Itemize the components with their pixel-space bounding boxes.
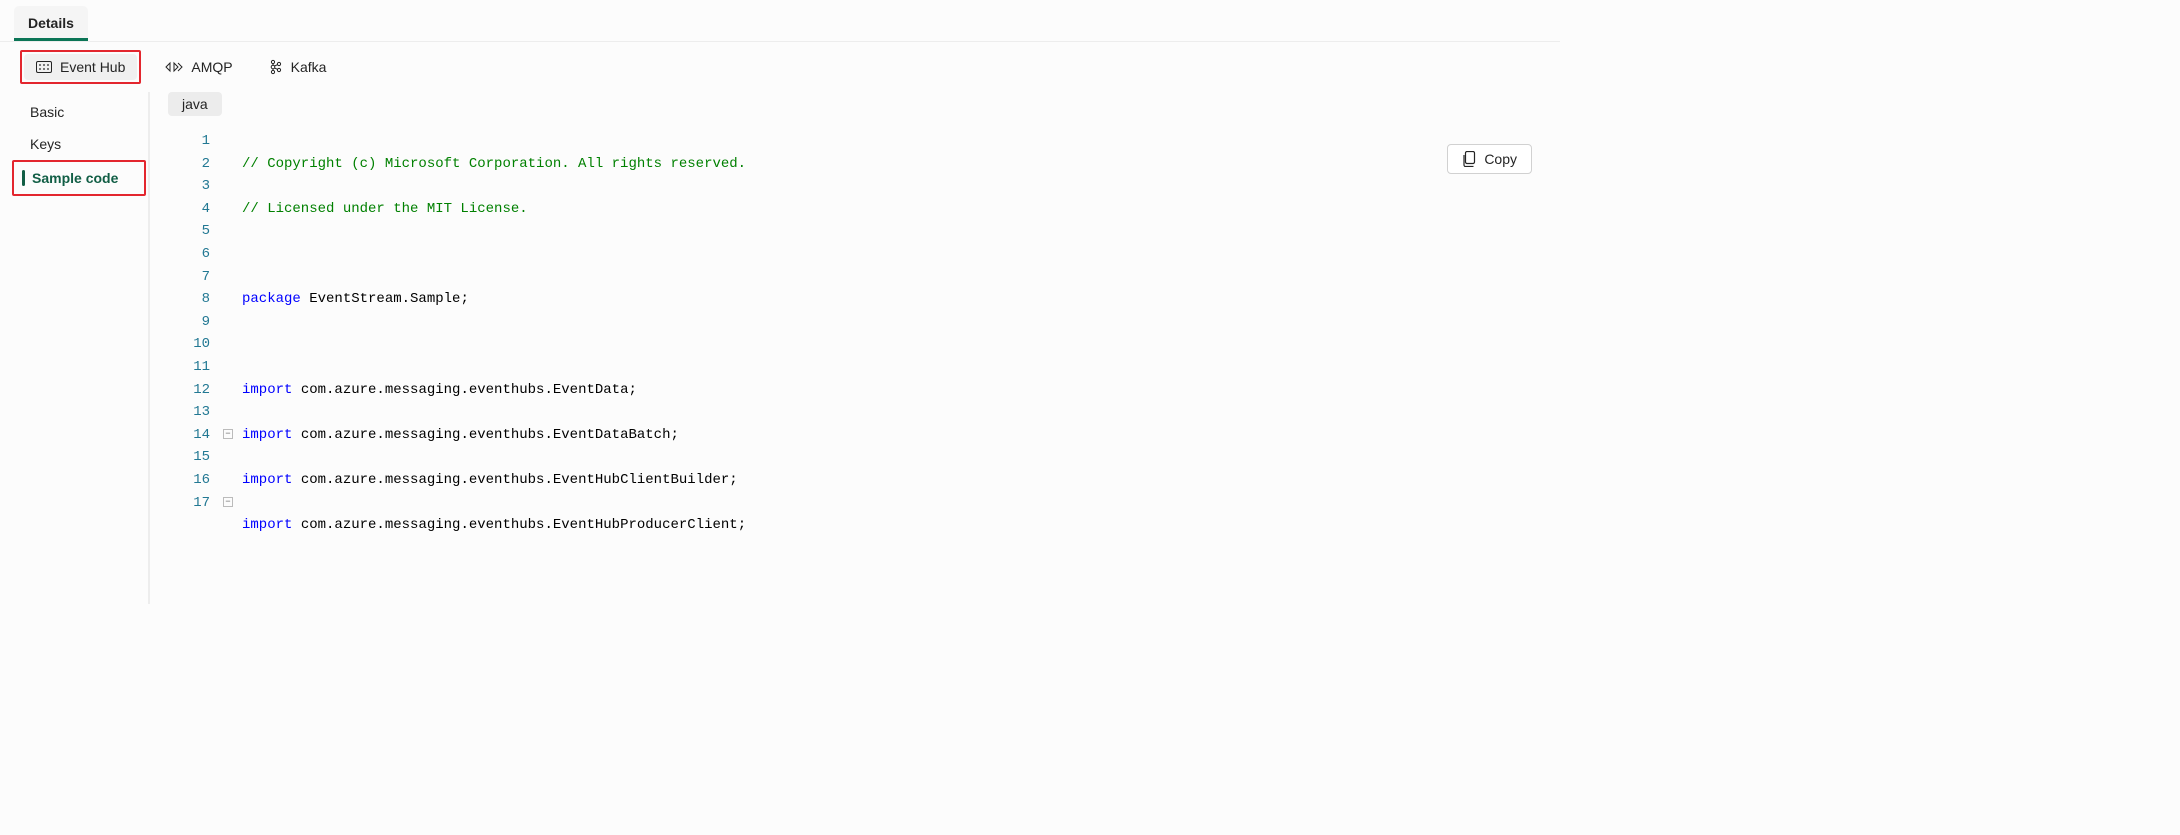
line-number: 7: [160, 266, 210, 289]
event-hub-icon: [36, 61, 52, 73]
code-token: com.azure.messaging.eventhubs.EventHubCl…: [292, 472, 737, 488]
highlight-event-hub: Event Hub: [20, 50, 141, 84]
line-number: 12: [160, 379, 210, 402]
sidebar-item-basic[interactable]: Basic: [0, 96, 148, 128]
code-token-keyword: import: [242, 427, 292, 443]
code-token-comment: // Copyright (c) Microsoft Corporation. …: [242, 156, 746, 172]
code-token-keyword: import: [242, 382, 292, 398]
line-number: 4: [160, 198, 210, 221]
fold-gutter: − −: [220, 126, 236, 604]
copy-button[interactable]: Copy: [1447, 144, 1532, 174]
code-token-comment: // Licensed under the MIT License.: [242, 201, 528, 217]
protocol-kafka-button[interactable]: Kafka: [257, 54, 339, 80]
highlight-sample-code: Sample code: [12, 160, 146, 196]
code-editor[interactable]: 1 2 3 4 5 6 7 8 9 10 11 12 13 14: [160, 126, 1550, 604]
protocol-amqp-label: AMQP: [191, 59, 232, 75]
line-number: 8: [160, 288, 210, 311]
fold-toggle-icon[interactable]: −: [223, 497, 233, 507]
sidebar: Basic Keys Sample code: [0, 92, 150, 604]
line-number: 11: [160, 356, 210, 379]
amqp-icon: [165, 61, 183, 73]
body-split: Basic Keys Sample code java: [0, 92, 1560, 604]
copy-icon: [1462, 151, 1476, 167]
line-number: 6: [160, 243, 210, 266]
page-root: Details Event Hub: [0, 0, 1560, 600]
fold-toggle-icon[interactable]: −: [223, 429, 233, 439]
line-number: 15: [160, 446, 210, 469]
code-token-keyword: package: [242, 291, 301, 307]
tab-strip: Details: [0, 0, 1560, 42]
line-number: 14: [160, 424, 210, 447]
tab-details[interactable]: Details: [14, 6, 88, 41]
sidebar-item-sample-code[interactable]: Sample code: [14, 162, 144, 194]
line-number: 5: [160, 220, 210, 243]
protocol-event-hub-label: Event Hub: [60, 59, 125, 75]
code-token: com.azure.messaging.eventhubs.EventHubPr…: [292, 517, 746, 533]
code-token-keyword: import: [242, 517, 292, 533]
code-editor-wrap: Copy 1 2 3 4 5 6 7 8 9 10 1: [160, 126, 1550, 604]
protocol-row: Event Hub AMQP: [0, 42, 1560, 92]
line-number: 2: [160, 153, 210, 176]
language-pill-java[interactable]: java: [168, 92, 222, 116]
main-panel: java Copy 1 2: [150, 92, 1560, 604]
line-number: 10: [160, 333, 210, 356]
line-number-gutter: 1 2 3 4 5 6 7 8 9 10 11 12 13 14: [160, 126, 220, 604]
code-token: EventStream.Sample;: [301, 291, 469, 307]
code-token-keyword: import: [242, 472, 292, 488]
line-number: 13: [160, 401, 210, 424]
protocol-amqp-button[interactable]: AMQP: [153, 54, 244, 80]
line-number: 1: [160, 130, 210, 153]
kafka-icon: [269, 59, 283, 75]
code-token: com.azure.messaging.eventhubs.EventData;: [292, 382, 636, 398]
code-content: // Copyright (c) Microsoft Corporation. …: [236, 126, 746, 604]
protocol-event-hub-button[interactable]: Event Hub: [24, 54, 137, 80]
protocol-kafka-label: Kafka: [291, 59, 327, 75]
line-number: 16: [160, 469, 210, 492]
line-number: 9: [160, 311, 210, 334]
line-number: 3: [160, 175, 210, 198]
line-number: 17: [160, 492, 210, 515]
language-pill-row: java: [160, 92, 1550, 118]
sidebar-item-keys[interactable]: Keys: [0, 128, 148, 160]
code-token: com.azure.messaging.eventhubs.EventDataB…: [292, 427, 678, 443]
copy-button-label: Copy: [1484, 151, 1517, 167]
